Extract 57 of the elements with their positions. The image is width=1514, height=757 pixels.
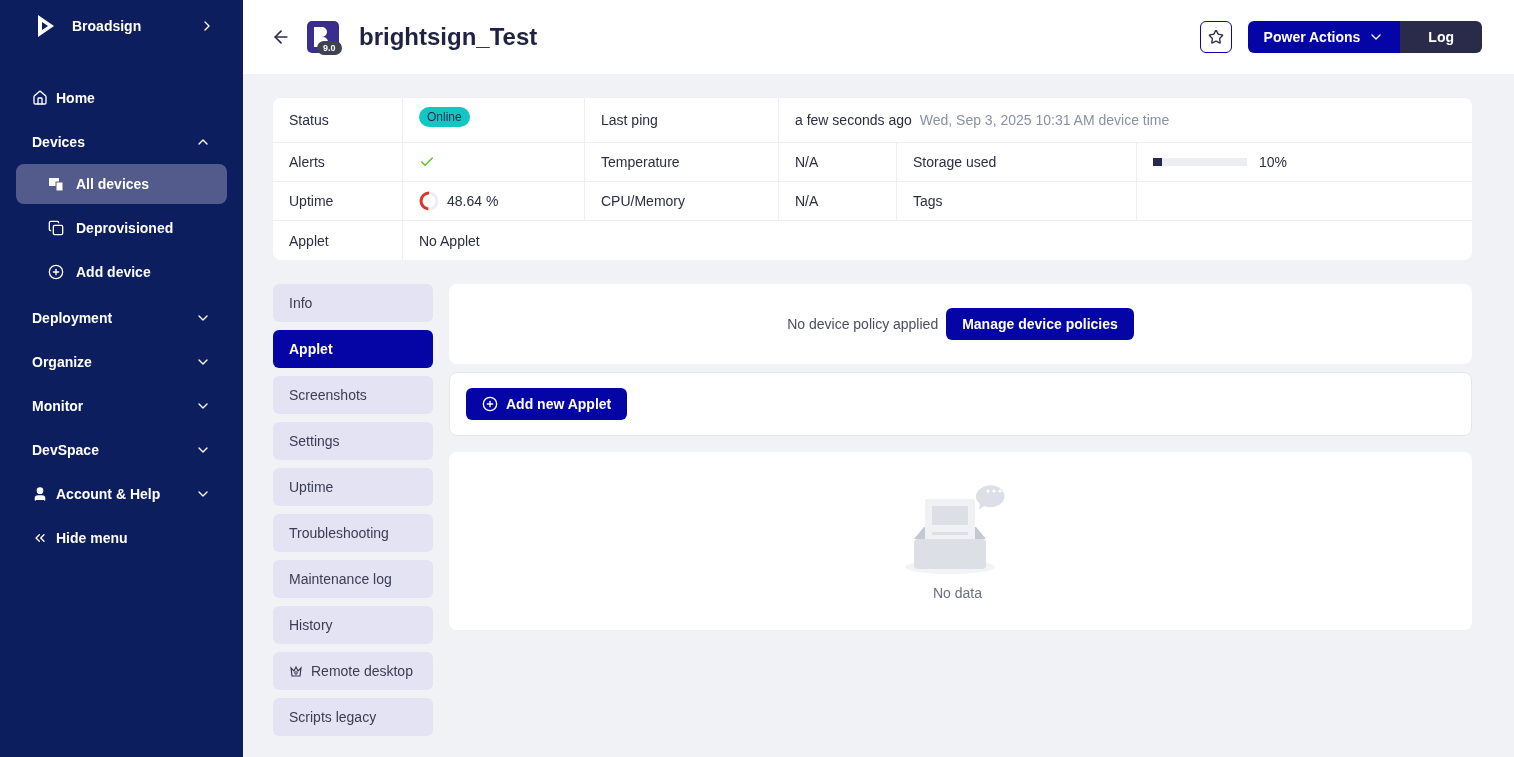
device-time: Wed, Sep 3, 2025 10:31 AM device time (919, 111, 1170, 130)
page-title: brightsign_Test (359, 22, 539, 52)
policy-text: No device policy applied (787, 315, 939, 334)
table-cell: N/A (779, 182, 897, 220)
table-cell: Storage used (897, 143, 1137, 181)
add-circle-icon (48, 264, 64, 280)
tab[interactable]: Scripts legacy (273, 698, 433, 736)
tab[interactable]: Remote desktop (273, 652, 433, 690)
table-cell: Last ping (585, 98, 779, 142)
sidebar-item[interactable]: Home (16, 76, 227, 120)
home-icon (32, 90, 48, 106)
star-icon (1207, 29, 1224, 45)
sidebar-subitem[interactable]: Deprovisioned (16, 208, 227, 248)
table-cell: N/A (779, 143, 897, 181)
user-icon (32, 486, 48, 502)
tab[interactable]: Uptime (273, 468, 433, 506)
tab[interactable]: Troubleshooting (273, 514, 433, 552)
empty-text: No data (932, 584, 982, 603)
uptime-reading: 48.64 % (447, 192, 499, 211)
version-badge: 9.0 (317, 41, 342, 55)
table-cell: Uptime (273, 182, 403, 220)
power-actions-button[interactable]: Power Actions (1247, 21, 1401, 53)
favorite-button[interactable] (1199, 21, 1232, 53)
sidebar-item[interactable]: Devices (16, 120, 227, 164)
tab[interactable]: Maintenance log (273, 560, 433, 598)
table-cell: Tags (897, 182, 1137, 220)
manage-policies-button[interactable]: Manage device policies (946, 308, 1134, 340)
copy-icon (48, 220, 64, 236)
sidebar-item[interactable]: DevSpace (16, 428, 227, 472)
last-ping-value: a few seconds ago (795, 111, 912, 130)
sidebar-item[interactable]: Monitor (16, 384, 227, 428)
tab[interactable]: History (273, 606, 433, 644)
log-button[interactable]: Log (1400, 21, 1482, 53)
table-cell-text: No Applet (418, 231, 481, 251)
table-cell: Temperature (585, 143, 779, 181)
sidebar-item[interactable]: Hide menu (16, 516, 227, 560)
table-cell: Alerts (273, 143, 403, 181)
add-applet-button[interactable]: Add new Applet (466, 388, 628, 420)
sidebar-item[interactable]: Deployment (16, 296, 227, 340)
status-badge: Online (419, 107, 470, 127)
tab[interactable]: Settings (273, 422, 433, 460)
tab[interactable]: Info (273, 284, 433, 322)
table-cell: CPU/Memory (585, 182, 779, 220)
table-cell: Status (273, 98, 403, 142)
brand-name: Broadsign (72, 17, 143, 36)
play-logo-icon (36, 14, 56, 38)
tab[interactable]: Screenshots (273, 376, 433, 414)
crown-icon (289, 664, 303, 678)
sidebar-subitem[interactable]: All devices (16, 164, 227, 204)
devices-icon (48, 176, 64, 192)
sidebar-subitem[interactable]: Add device (16, 252, 227, 292)
tab[interactable]: Applet (273, 330, 433, 368)
table-cell: Applet (273, 221, 403, 260)
storage-reading: 10% (1259, 153, 1288, 172)
add-circle-icon (482, 396, 498, 412)
sidebar-item[interactable]: Organize (16, 340, 227, 384)
sidebar-item[interactable]: Account & Help (16, 472, 227, 516)
